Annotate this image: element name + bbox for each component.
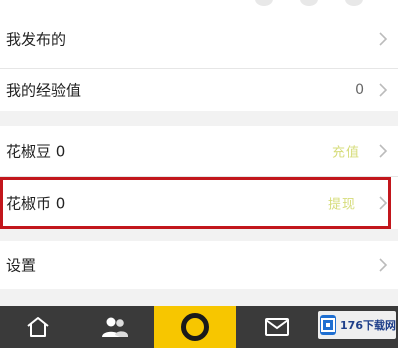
chevron-right-icon — [379, 144, 388, 158]
chevron-right-icon — [379, 196, 388, 210]
watermark-text: 176下载网 — [340, 319, 396, 332]
top-icon-partial — [255, 0, 273, 6]
live-camera-icon — [181, 313, 209, 341]
section-gap — [0, 111, 398, 126]
tab-home[interactable] — [0, 306, 76, 348]
menu-item-beans[interactable]: 花椒豆 0 充值 — [0, 126, 398, 176]
friends-icon — [102, 317, 128, 337]
watermark-badge: 176下载网 — [318, 311, 396, 339]
top-partial-area — [0, 0, 398, 10]
watermark-logo-icon — [320, 315, 337, 335]
recharge-link[interactable]: 充值 — [332, 142, 360, 161]
top-icon-partial — [300, 0, 318, 6]
menu-item-label: 我发布的 — [6, 30, 67, 49]
chevron-right-icon — [379, 258, 388, 272]
top-icon-partial — [345, 0, 363, 6]
tab-live[interactable] — [154, 306, 236, 348]
menu-item-experience[interactable]: 我的经验值 0 — [0, 69, 398, 111]
chevron-right-icon — [379, 83, 388, 97]
withdraw-link[interactable]: 提现 — [328, 194, 356, 213]
home-icon — [27, 317, 49, 337]
menu-item-coins[interactable]: 花椒币 0 提现 — [0, 177, 398, 229]
experience-value: 0 — [355, 82, 364, 98]
chevron-right-icon — [379, 32, 388, 46]
bottom-gap — [0, 289, 398, 306]
menu-item-label: 设置 — [6, 256, 37, 275]
menu-item-settings[interactable]: 设置 — [0, 241, 398, 289]
tab-friends[interactable] — [76, 306, 154, 348]
menu-item-label: 我的经验值 — [6, 81, 82, 100]
menu-item-label: 花椒豆 0 — [6, 142, 66, 161]
tab-messages[interactable] — [236, 306, 318, 348]
menu-item-my-posts[interactable]: 我发布的 — [0, 10, 398, 68]
section-gap — [0, 229, 398, 241]
menu-item-label: 花椒币 0 — [6, 194, 66, 213]
message-icon — [265, 318, 289, 336]
